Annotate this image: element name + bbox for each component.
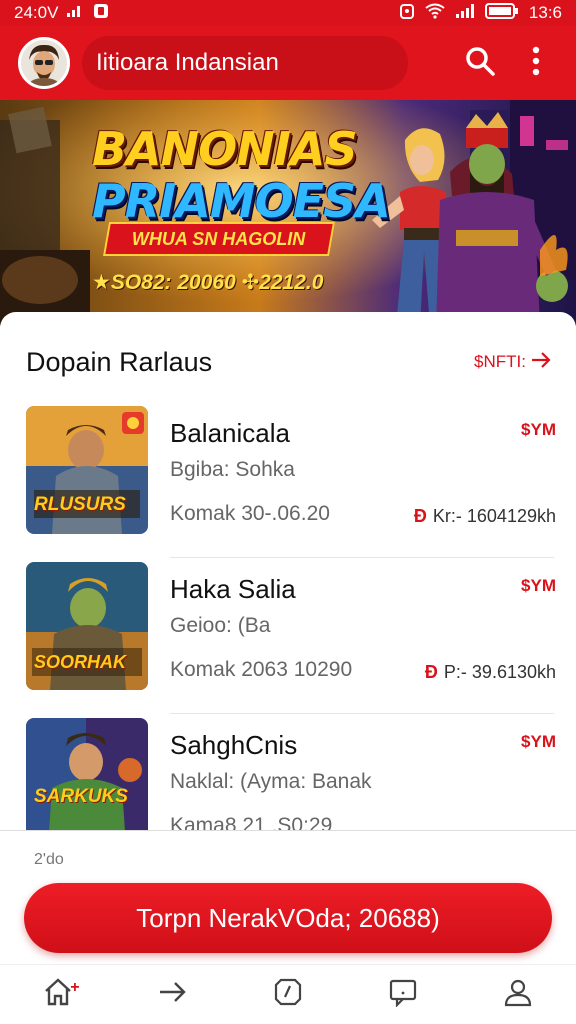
game-name: Haka Salia — [170, 574, 296, 604]
amount-value: Kr:- 1604129kh — [432, 506, 556, 526]
header-title: Iitioara Indansian — [96, 49, 279, 76]
nav-profile[interactable] — [490, 967, 546, 1023]
game-thumbnail: SOORHAK — [26, 562, 148, 690]
status-time: 24:0V — [14, 3, 59, 22]
discover-icon — [273, 977, 303, 1012]
chat-icon — [388, 977, 418, 1012]
game-amount: Ɖ Kr:- 1604129kh — [414, 506, 556, 527]
notification-icon — [92, 2, 110, 25]
game-price: $YM — [521, 576, 556, 595]
game-thumbnail: SARKUKS — [26, 718, 148, 832]
game-subtitle: Geioo: (Ba — [170, 614, 271, 637]
amount-mark: Ɖ — [424, 662, 438, 682]
banner-title-line2: PRIAMOESA — [92, 174, 391, 228]
header-title-pill[interactable]: Iitioara Indansian — [82, 36, 408, 90]
game-subtitle: Naklal: (Ayma: Banak — [170, 770, 372, 793]
amount-mark: Ɖ — [413, 506, 427, 526]
bottom-sheet: 2'do Torpn NerakVOda; 20688) — [0, 830, 576, 964]
banner-ribbon-label: WHUA SN HAGOLIN — [132, 228, 306, 249]
promo-banner[interactable]: BANONIAS PRIAMOESA WHUA SN HAGOLIN ★SO82… — [0, 100, 576, 326]
game-price: $YM — [521, 732, 556, 751]
home-icon — [43, 977, 73, 1012]
game-amount: Ɖ P:- 39.6130kh — [425, 662, 556, 683]
alarm-icon — [399, 2, 415, 25]
see-all-link[interactable]: $NFTI: — [474, 351, 552, 374]
more-options-button[interactable] — [514, 41, 558, 85]
cellular-icon — [455, 3, 475, 24]
search-icon — [464, 45, 496, 82]
section-header: Dopain Rarlaus $NFTI: — [26, 342, 552, 382]
battery-icon — [484, 2, 519, 24]
game-subtitle: Bgiba: Sohka — [170, 458, 295, 481]
thumbnail-title: SARKUKS — [34, 786, 128, 807]
see-all-label: $NFTI: — [474, 352, 526, 371]
status-clock: 13:6 — [528, 3, 562, 22]
selection-count: 2'do — [34, 851, 64, 868]
thumbnail-title: RLUSURS — [34, 494, 126, 515]
banner-ribbon: WHUA SN HAGOLIN — [103, 222, 335, 256]
avatar[interactable] — [18, 37, 70, 89]
list-item[interactable]: SARKUKS SahghCnis Naklal: (Ayma: Banak K… — [0, 714, 576, 832]
nav-forward[interactable] — [145, 967, 201, 1023]
list-item[interactable]: SOORHAK Haka Salia Geioo: (Ba Komak 2063… — [0, 558, 576, 714]
game-thumbnail: RLUSURS — [26, 406, 148, 534]
thumbnail-title: SOORHAK — [34, 652, 127, 672]
banner-title-line1: BANONIAS — [92, 122, 358, 176]
game-name: Balanicala — [170, 418, 290, 448]
arrow-right-icon — [530, 351, 552, 374]
amount-value: P:- 39.6130kh — [443, 662, 556, 682]
list-item[interactable]: RLUSURS Balanicala Bgiba: Sohka Komak 30… — [0, 402, 576, 558]
game-list: RLUSURS Balanicala Bgiba: Sohka Komak 30… — [0, 402, 576, 832]
game-meta: Komak 30-.06.20 — [170, 502, 330, 525]
section-title: Dopain Rarlaus — [26, 346, 213, 377]
signal-icon — [66, 3, 84, 23]
home-badge: + — [70, 978, 80, 996]
game-name: SahghCnis — [170, 730, 298, 760]
forward-icon — [158, 979, 188, 1010]
content-card: Dopain Rarlaus $NFTI: RLUSURS Balanicala… — [0, 312, 576, 832]
search-button[interactable] — [458, 41, 502, 85]
primary-cta-button[interactable]: Torpn NerakVOda; 20688) — [24, 883, 552, 953]
status-bar: 24:0V 13:6 — [0, 0, 576, 26]
game-meta: Komak 2063 10290 — [170, 658, 353, 681]
bottom-nav: + — [0, 964, 576, 1024]
profile-icon — [503, 977, 533, 1012]
nav-discover[interactable] — [260, 967, 316, 1023]
nav-chat[interactable] — [375, 967, 431, 1023]
nav-home[interactable]: + — [30, 967, 86, 1023]
banner-promo-text: ★SO82: 20060 ✣2212.0 — [92, 271, 324, 294]
app-header: Iitioara Indansian — [0, 26, 576, 100]
game-price: $YM — [521, 420, 556, 439]
wifi-icon — [425, 3, 445, 24]
more-vertical-icon — [531, 46, 541, 81]
